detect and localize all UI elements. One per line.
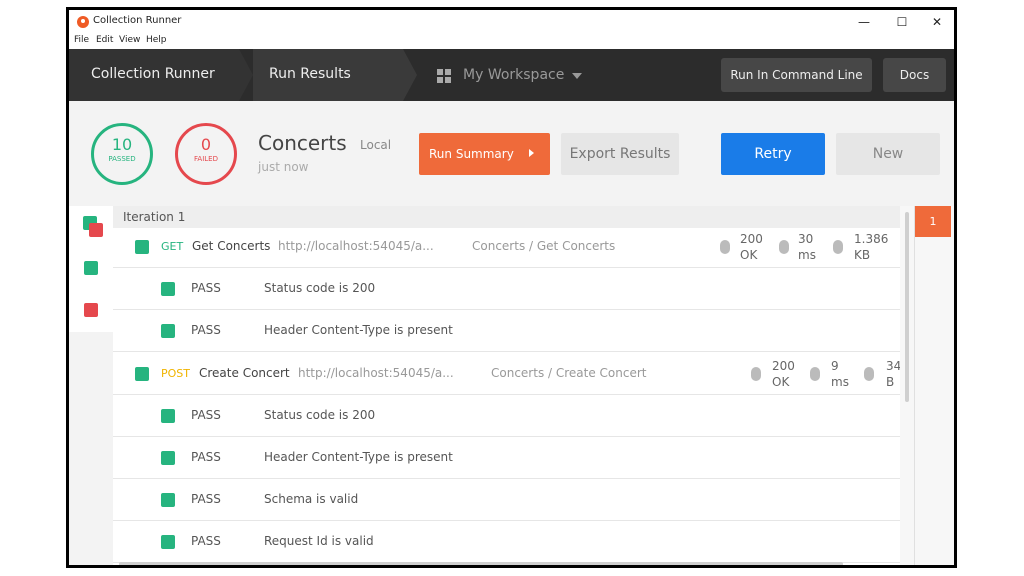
response-time: 30 ms [798, 232, 816, 262]
request-url: http://localhost:54045/a... [298, 366, 454, 380]
breadcrumb-run-results[interactable]: Run Results [253, 49, 403, 101]
test-row: PASS Header Content-Type is present [113, 437, 905, 479]
iteration-tab-1[interactable]: 1 [915, 206, 951, 237]
breadcrumb-collection-runner[interactable]: Collection Runner [69, 49, 239, 101]
test-result: PASS [191, 281, 221, 295]
menu-help[interactable]: Help [146, 35, 167, 45]
iteration-header: Iteration 1 [113, 206, 905, 228]
test-row: PASS Schema is valid [113, 479, 905, 521]
request-name: Create Concert [199, 366, 290, 380]
request-path: Concerts / Get Concerts [472, 239, 616, 253]
status-indicator [135, 367, 149, 381]
workspace-selector[interactable]: My Workspace [463, 67, 564, 83]
test-pass-indicator [161, 282, 175, 296]
time-dot-icon [779, 240, 789, 254]
failed-count: 0 [200, 135, 212, 154]
vertical-scrollbar[interactable] [905, 212, 909, 402]
request-status-rail [69, 206, 113, 565]
environment-name: Local [360, 138, 392, 152]
test-name: Status code is 200 [264, 408, 376, 422]
passed-count: 10 [111, 135, 133, 154]
size-dot-icon [864, 367, 874, 381]
test-name: Status code is 200 [264, 281, 376, 295]
run-summary-button[interactable]: Run Summary [419, 133, 550, 175]
request-url: http://localhost:54045/a... [278, 239, 434, 253]
status-indicator [135, 240, 149, 254]
breadcrumb-separator [403, 49, 417, 101]
breadcrumb-separator [239, 49, 253, 101]
retry-button[interactable]: Retry [721, 133, 825, 175]
test-pass-indicator [161, 535, 175, 549]
minimize-button[interactable]: — [849, 12, 879, 32]
menu-file[interactable]: File [74, 35, 89, 45]
iteration-label: Iteration 1 [123, 210, 186, 224]
results-panel: Iteration 1 GET Get Concerts http://loca… [69, 206, 954, 565]
test-result: PASS [191, 534, 221, 548]
caret-right-icon [529, 149, 534, 157]
failed-label: FAILED [194, 155, 218, 163]
run-time: just now [258, 160, 309, 174]
response-size: 34 B [886, 359, 902, 389]
status-dot-icon [720, 240, 730, 254]
menu-view[interactable]: View [119, 35, 140, 45]
chevron-down-icon[interactable] [572, 73, 582, 79]
request-method: POST [161, 367, 190, 380]
test-name: Request Id is valid [264, 534, 374, 548]
status-dot-icon [751, 367, 761, 381]
test-pass-indicator [161, 451, 175, 465]
response-size: 1.386 KB [854, 232, 889, 262]
test-pass-indicator [161, 493, 175, 507]
breadcrumb-run-results-label: Run Results [269, 66, 351, 82]
nav-bar: Collection Runner Run Results My Workspa… [69, 49, 954, 101]
run-summary-header: 10 PASSED 0 FAILED Concerts Local just n… [69, 101, 954, 206]
window-title: Collection Runner [93, 15, 182, 26]
docs-button[interactable]: Docs [883, 58, 946, 92]
time-dot-icon [810, 367, 820, 381]
request-method: GET [161, 240, 184, 253]
test-row: PASS Status code is 200 [113, 395, 905, 437]
iteration-fail-indicator [89, 223, 103, 237]
test-name: Schema is valid [264, 492, 359, 506]
test-name: Header Content-Type is present [264, 450, 453, 464]
response-status: 200 OK [740, 232, 763, 262]
horizontal-scrollbar[interactable] [119, 562, 843, 565]
test-result: PASS [191, 492, 221, 506]
export-results-button[interactable]: Export Results [561, 133, 679, 175]
test-result: PASS [191, 450, 221, 464]
test-row: PASS Request Id is valid [113, 521, 905, 563]
failed-counter: 0 FAILED [175, 123, 237, 185]
request-name: Get Concerts [192, 239, 271, 253]
test-row: PASS Status code is 200 [113, 268, 905, 310]
app-window: Collection Runner — ☐ ✕ File Edit View H… [66, 7, 957, 568]
response-time: 9 ms [831, 359, 849, 389]
request-row[interactable]: POST Create Concert http://localhost:540… [113, 355, 905, 395]
menu-bar: File Edit View Help [69, 34, 954, 49]
request-path: Concerts / Create Concert [491, 366, 647, 380]
size-dot-icon [833, 240, 843, 254]
breadcrumb-collection-runner-label: Collection Runner [91, 66, 215, 82]
run-in-command-line-button[interactable]: Run In Command Line [721, 58, 872, 92]
collection-name: Concerts [258, 131, 347, 155]
run-summary-label: Run Summary [429, 147, 514, 161]
title-bar: Collection Runner — ☐ ✕ [69, 10, 954, 34]
passed-label: PASSED [108, 155, 136, 163]
workspace-grid-icon[interactable] [437, 69, 451, 83]
test-pass-indicator [161, 409, 175, 423]
request-pass-indicator[interactable] [84, 261, 98, 275]
test-name: Header Content-Type is present [264, 323, 453, 337]
test-row: PASS Header Content-Type is present [113, 310, 905, 352]
menu-edit[interactable]: Edit [96, 35, 113, 45]
test-result: PASS [191, 323, 221, 337]
request-fail-indicator[interactable] [84, 303, 98, 317]
iteration-rail [914, 206, 954, 565]
request-row[interactable]: GET Get Concerts http://localhost:54045/… [113, 228, 905, 268]
new-button[interactable]: New [836, 133, 940, 175]
passed-counter: 10 PASSED [91, 123, 153, 185]
test-result: PASS [191, 408, 221, 422]
close-button[interactable]: ✕ [922, 12, 952, 32]
test-pass-indicator [161, 324, 175, 338]
postman-logo-icon [77, 16, 89, 28]
response-status: 200 OK [772, 359, 795, 389]
maximize-button[interactable]: ☐ [887, 12, 917, 32]
